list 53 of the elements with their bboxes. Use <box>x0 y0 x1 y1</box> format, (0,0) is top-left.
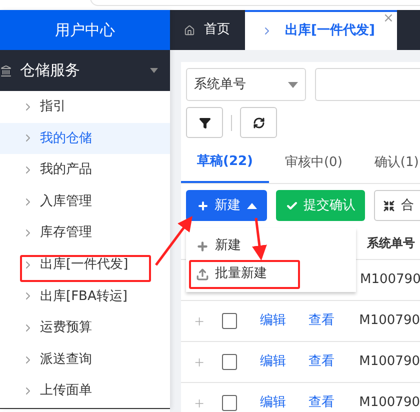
filter-icon <box>198 116 210 128</box>
search-field-select[interactable]: 系统单号 <box>186 68 306 101</box>
home-icon <box>184 24 195 36</box>
checkbox[interactable] <box>222 354 238 370</box>
edit-link[interactable]: 编辑 <box>260 352 309 372</box>
sidebar-item[interactable]: 我的仓储 <box>0 122 170 154</box>
page-tab[interactable]: 出库[一件代发] × <box>245 10 397 50</box>
arrow <box>155 216 192 266</box>
order-number: M100790 <box>360 271 420 290</box>
arrow <box>252 218 267 260</box>
sidebar-item[interactable]: 我的产品 <box>0 154 170 186</box>
refresh-button[interactable] <box>240 107 277 138</box>
sidebar-item[interactable]: 库存管理 <box>0 217 170 249</box>
sidebar-item[interactable]: 指引 <box>0 91 170 123</box>
sidebar-item[interactable]: 上传面单 <box>0 375 170 407</box>
filter-button[interactable] <box>186 107 223 138</box>
status-tab[interactable]: 审核中(0) <box>268 142 358 183</box>
view-link[interactable]: 查看 <box>308 311 360 331</box>
bank-icon <box>0 64 12 76</box>
edit-link[interactable]: 编辑 <box>260 311 309 331</box>
sidebar-item[interactable]: 出库[FBA转运] <box>0 280 170 312</box>
plus-icon <box>196 240 209 252</box>
order-number: M100790 <box>359 394 420 412</box>
sidebar-title: 用户中心 <box>0 10 170 50</box>
caret-icon <box>246 202 256 208</box>
action-button[interactable]: 新建 <box>186 190 267 221</box>
caret-icon <box>288 82 298 88</box>
sidebar-item[interactable]: 派送查询 <box>0 344 170 376</box>
caret-icon <box>150 68 158 73</box>
section-header[interactable]: 仓储服务 <box>0 50 170 91</box>
edit-link[interactable]: 编辑 <box>260 393 309 412</box>
sidebar-item[interactable]: 运费预算 <box>0 312 170 344</box>
column-header: 系统单号 <box>367 234 415 252</box>
plus-icon <box>196 200 208 212</box>
sidebar-item[interactable]: 出库[一件代发] <box>0 248 170 281</box>
view-link[interactable]: 查看 <box>308 352 360 372</box>
status-tab[interactable]: 草稿(22) <box>181 142 269 183</box>
refresh-icon <box>252 116 264 128</box>
upload-icon <box>196 268 209 280</box>
action-button[interactable]: 合 <box>374 190 420 221</box>
order-number: M100790 <box>359 312 420 330</box>
search-input[interactable] <box>315 68 420 101</box>
sidebar-item[interactable]: 入库管理 <box>0 186 170 218</box>
checkbox[interactable] <box>222 395 238 411</box>
order-number: M100790 <box>359 353 420 372</box>
shrink-icon <box>383 200 395 212</box>
status-tab[interactable]: 确认(1) <box>358 142 420 183</box>
view-link[interactable]: 查看 <box>308 393 360 412</box>
check-icon <box>286 200 298 212</box>
menu-item[interactable]: 新建 <box>186 232 356 260</box>
page-tab[interactable]: 首页 <box>170 10 245 50</box>
checkbox[interactable] <box>222 313 238 329</box>
menu-item[interactable]: 批量新建 <box>186 260 356 288</box>
